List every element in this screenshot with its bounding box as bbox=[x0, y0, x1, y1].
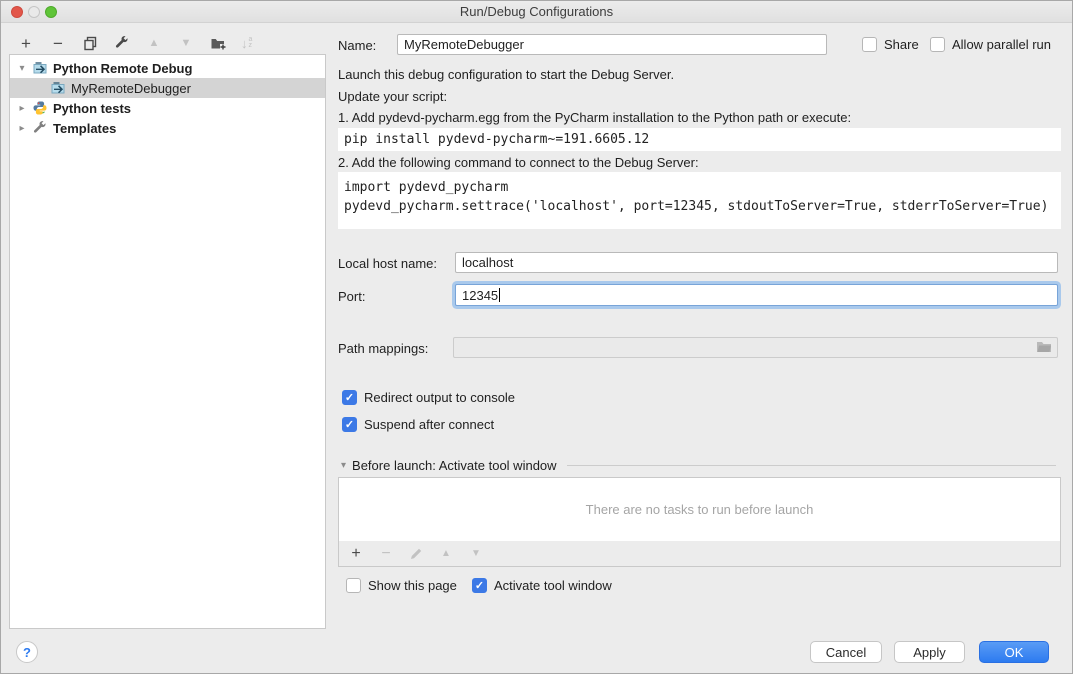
collapse-triangle-icon[interactable]: ▾ bbox=[341, 460, 346, 471]
name-label: Name: bbox=[338, 38, 376, 53]
before-launch-title: Before launch: Activate tool window bbox=[352, 458, 557, 473]
settrace-code-snippet: import pydevd_pycharm pydevd_pycharm.set… bbox=[338, 172, 1061, 229]
move-task-down-icon: ▼ bbox=[467, 545, 485, 563]
path-mappings-field bbox=[453, 337, 1058, 358]
title-bar: Run/Debug Configurations bbox=[1, 1, 1072, 23]
apply-button[interactable]: Apply bbox=[894, 641, 965, 663]
activate-tool-window-checkbox[interactable]: Activate tool window bbox=[472, 578, 612, 593]
window-title: Run/Debug Configurations bbox=[1, 4, 1072, 19]
run-config-icon bbox=[32, 60, 48, 76]
help-button[interactable]: ? bbox=[16, 641, 38, 663]
configurations-tree: ▾ Python Remote Debug MyRemoteDebugger ▸… bbox=[9, 54, 326, 629]
tree-item-templates[interactable]: ▸ Templates bbox=[10, 118, 325, 138]
description-line-2: Update your script: bbox=[338, 89, 447, 104]
section-divider bbox=[567, 465, 1056, 466]
tree-item-python-remote-debug[interactable]: ▾ Python Remote Debug bbox=[10, 58, 325, 78]
local-host-name-input[interactable] bbox=[455, 252, 1058, 273]
allow-parallel-run-checkbox[interactable]: Allow parallel run bbox=[930, 37, 1051, 52]
local-host-name-label: Local host name: bbox=[338, 256, 437, 271]
expander-open-icon[interactable]: ▾ bbox=[16, 63, 28, 74]
copy-configuration-icon[interactable] bbox=[81, 34, 99, 52]
move-up-icon: ▲ bbox=[145, 34, 163, 52]
run-config-icon bbox=[50, 80, 66, 96]
configurations-toolbar: + − ▲ ▼ ↓ az bbox=[17, 31, 252, 55]
ok-button[interactable]: OK bbox=[979, 641, 1049, 663]
checkbox-box[interactable] bbox=[346, 578, 361, 593]
step-1-text: 1. Add pydevd-pycharm.egg from the PyCha… bbox=[338, 110, 851, 125]
sort-configurations-icon: ↓ az bbox=[241, 36, 252, 51]
python-icon bbox=[32, 100, 48, 116]
edit-templates-wrench-icon[interactable] bbox=[113, 34, 131, 52]
port-field[interactable]: 12345 bbox=[455, 284, 1058, 306]
tree-item-myremotedebugger[interactable]: MyRemoteDebugger bbox=[10, 78, 325, 98]
path-mappings-label: Path mappings: bbox=[338, 341, 428, 356]
suspend-after-connect-checkbox[interactable]: Suspend after connect bbox=[342, 417, 494, 432]
expander-closed-icon[interactable]: ▸ bbox=[16, 103, 28, 114]
remove-task-button: − bbox=[377, 545, 395, 563]
name-input[interactable] bbox=[397, 34, 827, 55]
checkbox-box[interactable] bbox=[472, 578, 487, 593]
move-down-icon: ▼ bbox=[177, 34, 195, 52]
port-label: Port: bbox=[338, 289, 365, 304]
cancel-button[interactable]: Cancel bbox=[810, 641, 882, 663]
checkbox-box[interactable] bbox=[930, 37, 945, 52]
pip-command-snippet: pip install pydevd-pycharm~=191.6605.12 bbox=[338, 128, 1061, 151]
checkbox-box[interactable] bbox=[342, 417, 357, 432]
edit-task-pencil-icon bbox=[407, 545, 425, 563]
add-task-button[interactable]: + bbox=[347, 545, 365, 563]
browse-folder-icon[interactable] bbox=[1036, 340, 1052, 356]
step-2-text: 2. Add the following command to connect … bbox=[338, 155, 699, 170]
checkbox-box[interactable] bbox=[862, 37, 877, 52]
task-list-toolbar: + − ▲ ▼ bbox=[338, 541, 1061, 567]
run-debug-configurations-dialog: Run/Debug Configurations + − ▲ ▼ ↓ az ▾ … bbox=[0, 0, 1073, 674]
remove-configuration-button[interactable]: − bbox=[49, 34, 67, 52]
before-launch-task-list[interactable]: There are no tasks to run before launch bbox=[338, 477, 1061, 542]
empty-task-list-text: There are no tasks to run before launch bbox=[586, 502, 814, 517]
move-task-up-icon: ▲ bbox=[437, 545, 455, 563]
tree-item-python-tests[interactable]: ▸ Python tests bbox=[10, 98, 325, 118]
before-launch-section-header[interactable]: ▾ Before launch: Activate tool window bbox=[341, 458, 1056, 473]
redirect-output-checkbox[interactable]: Redirect output to console bbox=[342, 390, 515, 405]
checkbox-box[interactable] bbox=[342, 390, 357, 405]
new-folder-icon[interactable] bbox=[209, 34, 227, 52]
add-configuration-button[interactable]: + bbox=[17, 34, 35, 52]
expander-closed-icon[interactable]: ▸ bbox=[16, 123, 28, 134]
description-line-1: Launch this debug configuration to start… bbox=[338, 67, 674, 82]
show-this-page-checkbox[interactable]: Show this page bbox=[346, 578, 457, 593]
text-caret bbox=[499, 288, 500, 302]
wrench-icon bbox=[32, 120, 48, 136]
share-checkbox[interactable]: Share bbox=[862, 37, 919, 52]
